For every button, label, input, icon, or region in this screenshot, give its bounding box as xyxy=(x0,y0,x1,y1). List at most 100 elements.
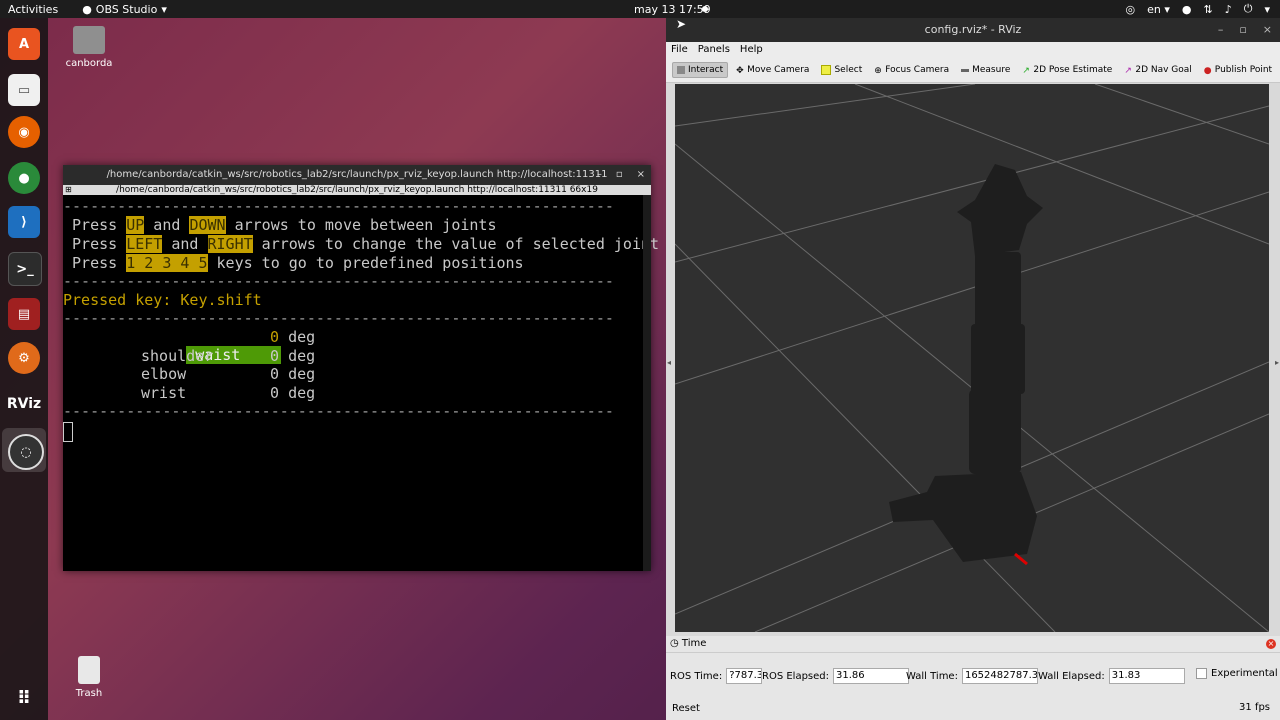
clock-icon: ◷ xyxy=(670,638,679,649)
dock: A ▭ ◉ ● ⟩ >_ ▤ ⚙ RViz ◌ ⠿ xyxy=(0,18,48,720)
red-axis-marker xyxy=(1014,552,1028,566)
files-icon[interactable]: ▭ xyxy=(8,74,40,106)
interact-icon xyxy=(677,66,685,74)
left-panel-collapse-icon[interactable]: ◂ xyxy=(667,358,671,367)
rviz-titlebar[interactable]: config.rviz* - RViz – ▫ × xyxy=(666,18,1280,42)
tool-2d-pose-estimate[interactable]: ↗ 2D Pose Estimate xyxy=(1018,63,1116,77)
joint-value-elbow: 0 deg xyxy=(270,365,316,383)
app-menu[interactable]: ● OBS Studio ▾ xyxy=(82,3,167,16)
volume-icon[interactable]: ♪ xyxy=(1225,3,1232,16)
ros-time-field[interactable]: ?787.35 xyxy=(726,668,763,684)
trash-icon xyxy=(78,656,100,684)
folder-home-icon xyxy=(73,26,105,54)
language-indicator[interactable]: en ▾ xyxy=(1147,3,1170,16)
recording-dot-icon xyxy=(702,6,708,12)
tool-measure[interactable]: Measure xyxy=(957,63,1014,77)
fps-indicator: 31 fps xyxy=(1239,702,1270,713)
system-menu-chevron-icon[interactable]: ▾ xyxy=(1264,3,1270,16)
ros-elapsed-label: ROS Elapsed: xyxy=(762,670,829,682)
firefox-icon[interactable]: ◉ xyxy=(8,116,40,148)
tool-publish-point[interactable]: ● Publish Point xyxy=(1200,63,1276,77)
joint-value-shoulder: 0 deg xyxy=(270,347,316,365)
rviz-window[interactable]: config.rviz* - RViz – ▫ × File Panels He… xyxy=(666,18,1280,720)
tool-select[interactable]: Select xyxy=(817,63,866,77)
pose-arrow-icon: ↗ xyxy=(1022,66,1030,76)
tool-move-camera[interactable]: ✥ Move Camera xyxy=(732,63,813,77)
home-folder[interactable]: canborda xyxy=(59,26,119,69)
menu-file[interactable]: File xyxy=(671,42,688,58)
reset-button[interactable]: Reset xyxy=(669,702,703,715)
trash-label: Trash xyxy=(75,688,103,699)
terminal-cursor xyxy=(63,422,73,442)
power-icon[interactable]: ⏻ xyxy=(1244,2,1253,16)
nav-arrow-icon: ↗ xyxy=(1124,66,1132,76)
close-icon[interactable]: × xyxy=(1263,18,1272,42)
activities-button[interactable]: Activities xyxy=(8,3,58,16)
instruction-line-3: Press 1 2 3 4 5 keys to go to predefined… xyxy=(63,254,524,272)
tool-focus-camera[interactable]: ⊕ Focus Camera xyxy=(870,63,953,77)
menu-panels[interactable]: Panels xyxy=(698,42,730,58)
wall-elapsed-field[interactable]: 31.83 xyxy=(1108,668,1185,684)
scene-grid xyxy=(675,84,1269,632)
tool-interact[interactable]: Interact xyxy=(672,62,729,78)
close-panel-icon[interactable]: × xyxy=(1266,639,1276,649)
obs-small-icon: ● xyxy=(82,2,92,16)
terminal-scrollbar[interactable] xyxy=(643,195,651,571)
vscode-icon[interactable]: ⟩ xyxy=(8,206,40,238)
separator: ----------------------------------------… xyxy=(63,197,614,215)
separator: ----------------------------------------… xyxy=(63,309,614,327)
terminal-subtitle-bar: ⊞ /home/canborda/catkin_ws/src/robotics_… xyxy=(63,185,651,195)
terminal-window[interactable]: /home/canborda/catkin_ws/src/robotics_la… xyxy=(63,165,659,571)
minimize-icon[interactable]: – xyxy=(597,165,602,185)
joint-value-waist: 0 deg xyxy=(270,328,316,346)
joint-row-wrist: wrist xyxy=(141,384,187,402)
time-panel-header: ◷ Time × xyxy=(666,636,1280,653)
settings-gear-icon[interactable]: ⚙ xyxy=(8,342,40,374)
move-camera-icon: ✥ xyxy=(736,66,744,76)
ros-elapsed-field[interactable]: 31.86 xyxy=(833,668,909,684)
rviz-menubar: File Panels Help xyxy=(666,42,1280,58)
chrome-icon[interactable]: ● xyxy=(8,162,40,194)
experimental-group[interactable]: Experimental xyxy=(1196,668,1278,679)
network-icon[interactable]: ⇅ xyxy=(1204,3,1213,16)
wall-elapsed-group: Wall Elapsed: 31.83 xyxy=(1038,668,1185,684)
minimize-icon[interactable]: – xyxy=(1218,18,1224,42)
select-icon xyxy=(821,65,832,75)
tool-2d-nav-goal[interactable]: ↗ 2D Nav Goal xyxy=(1120,63,1195,77)
instruction-line-2: Press LEFT and RIGHT arrows to change th… xyxy=(63,235,660,253)
close-icon[interactable]: × xyxy=(637,165,645,185)
software-center-icon[interactable]: A xyxy=(8,28,40,60)
screenshot-tool-icon[interactable]: ▤ xyxy=(8,298,40,330)
right-panel-collapse-icon[interactable]: ▸ xyxy=(1275,358,1279,367)
app-menu-label: OBS Studio xyxy=(95,2,158,16)
maximize-icon[interactable]: ▫ xyxy=(616,165,623,185)
3d-viewport[interactable] xyxy=(675,84,1269,632)
pin-icon: ● xyxy=(1203,66,1212,76)
accessibility-icon[interactable]: ◎ xyxy=(1126,3,1136,16)
maximize-icon[interactable]: ▫ xyxy=(1239,18,1246,42)
experimental-checkbox[interactable] xyxy=(1196,668,1207,679)
terminal-subtitle: /home/canborda/catkin_ws/src/robotics_la… xyxy=(116,185,598,195)
rviz-icon[interactable]: RViz xyxy=(7,388,41,420)
record-icon[interactable]: ● xyxy=(1182,3,1192,16)
chevron-down-icon: ▾ xyxy=(161,2,167,16)
instruction-line-1: Press UP and DOWN arrows to move between… xyxy=(63,216,497,234)
time-panel: ◷ Time × ROS Time: ?787.35 ROS Elapsed: … xyxy=(666,636,1280,720)
obs-icon[interactable]: ◌ xyxy=(8,434,44,470)
home-folder-label: canborda xyxy=(65,58,113,69)
terminal-output[interactable]: ----------------------------------------… xyxy=(63,195,659,571)
clock[interactable]: may 13 17:59 xyxy=(634,3,711,16)
rviz-toolbar: Interact ✥ Move Camera Select ⊕ Focus Came… xyxy=(666,58,1280,83)
terminal-titlebar[interactable]: /home/canborda/catkin_ws/src/robotics_la… xyxy=(63,165,651,185)
separator: ----------------------------------------… xyxy=(63,402,614,420)
mouse-pointer-icon: ➤ xyxy=(676,17,687,31)
grid-icon: ⊞ xyxy=(65,185,72,194)
terminal-icon[interactable]: >_ xyxy=(8,252,42,286)
wall-time-field[interactable]: 1652482787.39 xyxy=(961,668,1038,684)
focus-camera-icon: ⊕ xyxy=(874,66,882,76)
trash[interactable]: Trash xyxy=(59,656,119,699)
pressed-key-line: Pressed key: Key.shift xyxy=(63,291,262,309)
ros-time-label: ROS Time: xyxy=(670,670,723,682)
menu-help[interactable]: Help xyxy=(740,42,763,58)
show-applications-icon[interactable]: ⠿ xyxy=(8,682,40,714)
